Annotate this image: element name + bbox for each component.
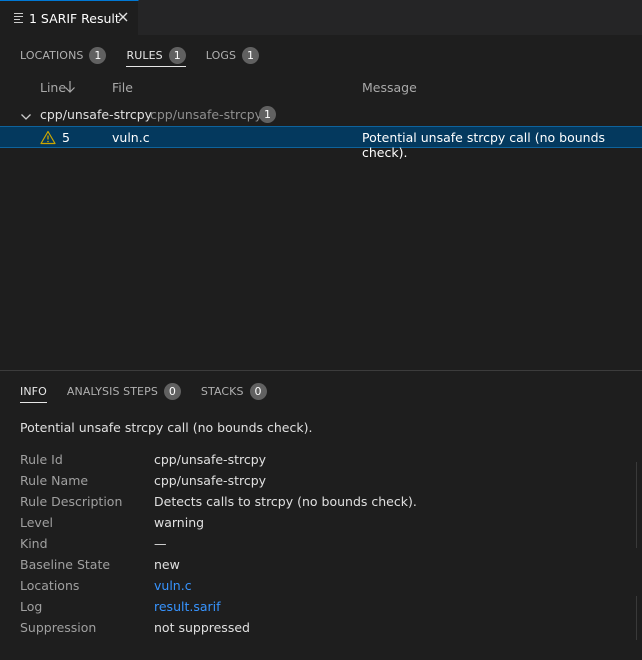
property-value: warning [154,515,205,530]
property-key: Rule Id [20,452,63,467]
property-value: not suppressed [154,620,250,635]
result-message: Potential unsafe strcpy call (no bounds … [362,130,606,160]
tab-rules[interactable]: RULES 1 [126,44,186,67]
editor-tab-title: 1 SARIF Result [29,10,120,26]
log-link[interactable]: result.sarif [154,599,221,614]
tab-locations-count: 1 [89,46,107,64]
property-row: Kind — [20,536,620,557]
rule-group-count: 1 [259,106,276,123]
tab-info-label: INFO [20,384,47,398]
property-row: Level warning [20,515,620,536]
property-key: Rule Description [20,494,123,509]
close-icon[interactable] [116,10,130,24]
property-key: Baseline State [20,557,111,572]
property-row: Log result.sarif [20,599,620,620]
column-header-message[interactable]: Message [362,80,417,95]
panel-divider[interactable] [0,370,642,371]
locations-link[interactable]: vuln.c [154,578,192,593]
tab-logs-label: LOGS [205,48,237,62]
tab-logs[interactable]: LOGS 1 [205,44,260,66]
info-properties: Rule Id cpp/unsafe-strcpy Rule Name cpp/… [20,452,620,641]
property-key: Rule Name [20,473,89,488]
info-message: Potential unsafe strcpy call (no bounds … [20,420,313,435]
rule-group-name: cpp/unsafe-strcpy [40,107,153,122]
property-value: Detects calls to strcpy (no bounds check… [154,494,417,509]
scrollbar-track[interactable] [636,596,642,640]
tab-stacks-count: 0 [249,382,267,400]
results-column-headers: Line File Message [0,78,642,98]
scrollbar-track[interactable] [636,462,642,548]
property-value: — [154,536,167,551]
property-value: cpp/unsafe-strcpy [154,473,267,488]
property-key: Kind [20,536,48,551]
tab-locations[interactable]: LOCATIONS 1 [20,44,107,66]
property-key: Suppression [20,620,97,635]
property-key: Locations [20,578,80,593]
rule-group-description: cpp/unsafe-strcpy [150,107,263,122]
column-header-file[interactable]: File [112,80,133,95]
tab-stacks-label: STACKS [200,384,244,398]
editor-tab-strip: 1 SARIF Result [0,0,642,35]
result-row[interactable]: 5 vuln.c Potential unsafe strcpy call (n… [0,126,642,160]
info-tabs: INFO ANALYSIS STEPS 0 STACKS 0 [20,380,287,404]
property-value: cpp/unsafe-strcpy [154,452,267,467]
tab-rules-count: 1 [168,46,186,64]
warning-icon [40,130,56,148]
sort-down-icon[interactable] [64,80,76,97]
tab-rules-label: RULES [126,48,163,62]
tab-stacks[interactable]: STACKS 0 [201,380,267,402]
tab-analysis-steps[interactable]: ANALYSIS STEPS 0 [67,380,181,402]
rule-group-row[interactable]: cpp/unsafe-strcpy cpp/unsafe-strcpy 1 [0,105,642,125]
tab-info[interactable]: INFO [20,380,47,403]
tab-locations-label: LOCATIONS [20,48,84,62]
property-row: Suppression not suppressed [20,620,620,641]
property-key: Log [20,599,43,614]
property-value: new [154,557,180,572]
view-tabs: LOCATIONS 1 RULES 1 LOGS 1 [20,44,279,68]
property-row: Rule Name cpp/unsafe-strcpy [20,473,620,494]
chevron-down-icon[interactable] [20,110,32,125]
column-header-line[interactable]: Line [40,80,66,95]
property-row: Locations vuln.c [20,578,620,599]
property-row: Baseline State new [20,557,620,578]
property-key: Level [20,515,53,530]
tab-logs-count: 1 [242,46,260,64]
property-row: Rule Id cpp/unsafe-strcpy [20,452,620,473]
tab-analysis-steps-label: ANALYSIS STEPS [66,384,158,398]
list-icon [14,12,24,23]
editor-tab-sarif-result[interactable]: 1 SARIF Result [0,0,139,35]
property-row: Rule Description Detects calls to strcpy… [20,494,620,515]
tab-analysis-steps-count: 0 [163,382,181,400]
result-file: vuln.c [112,130,150,145]
result-line: 5 [62,130,70,145]
